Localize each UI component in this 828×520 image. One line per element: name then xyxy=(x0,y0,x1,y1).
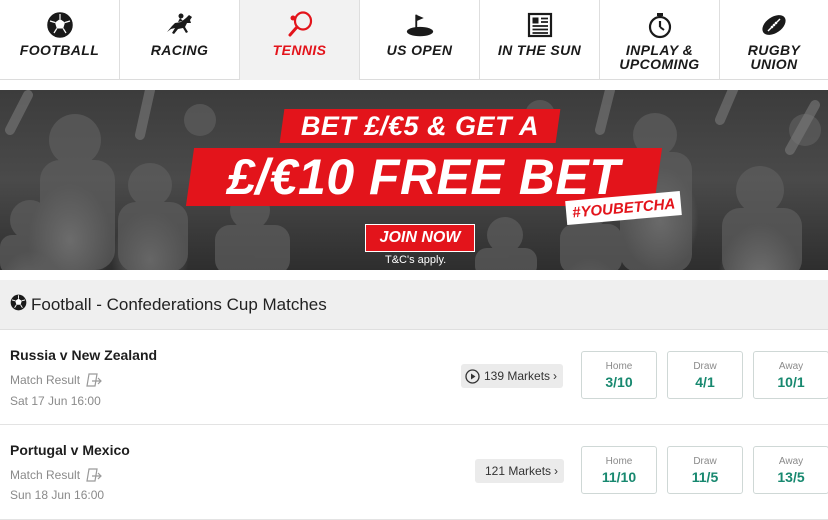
join-now-button[interactable]: JOIN NOW xyxy=(365,224,475,252)
chevron-right-icon: › xyxy=(553,369,558,383)
odds-draw-button[interactable]: Draw 4/1 xyxy=(667,351,743,399)
tab-label: US OPEN xyxy=(386,42,453,58)
odds-home-button[interactable]: Home 11/10 xyxy=(581,446,657,494)
tab-tennis[interactable]: TENNIS xyxy=(240,0,360,80)
sports-nav: FOOTBALL RACING TENNIS US OPEN IN THE SU… xyxy=(0,0,828,80)
tennis-racket-icon xyxy=(285,10,315,40)
live-stream-icon xyxy=(465,368,480,384)
newspaper-icon xyxy=(525,10,555,40)
match-name[interactable]: Portugal v Mexico xyxy=(10,442,130,458)
tab-us-open[interactable]: US OPEN xyxy=(360,0,480,80)
tab-label: TENNIS xyxy=(272,42,327,58)
horse-racing-icon xyxy=(165,10,195,40)
golf-flag-icon xyxy=(405,10,435,40)
match-date: Sat 17 Jun 16:00 xyxy=(10,394,101,408)
tab-label: RUGBY UNION xyxy=(747,42,801,72)
market-type: Match Result xyxy=(10,468,104,482)
stopwatch-icon xyxy=(645,10,675,40)
market-type: Match Result xyxy=(10,373,104,387)
odds-draw-button[interactable]: Draw 11/5 xyxy=(667,446,743,494)
match-row: Portugal v Mexico Match Result Sun 18 Ju… xyxy=(0,426,828,520)
section-title: Football - Confederations Cup Matches xyxy=(31,294,327,314)
more-markets-link[interactable]: 121 Markets › xyxy=(475,459,565,483)
football-icon xyxy=(10,294,27,316)
tab-football[interactable]: FOOTBALL xyxy=(0,0,120,80)
promo-headline-main: £/€10 FREE BET xyxy=(185,148,663,206)
section-header: Football - Confederations Cup Matches xyxy=(0,280,828,330)
tab-label: FOOTBALL xyxy=(19,42,100,58)
tab-inplay-upcoming[interactable]: INPLAY & UPCOMING xyxy=(600,0,720,80)
odds-away-button[interactable]: Away 10/1 xyxy=(753,351,828,399)
tab-rugby-union[interactable]: RUGBY UNION xyxy=(720,0,828,80)
tab-label: IN THE SUN xyxy=(497,42,582,58)
more-markets-link[interactable]: 139 Markets › xyxy=(461,364,564,388)
match-row: Russia v New Zealand Match Result Sat 17… xyxy=(0,331,828,425)
rugby-ball-icon xyxy=(759,10,789,40)
match-name[interactable]: Russia v New Zealand xyxy=(10,347,157,363)
tab-racing[interactable]: RACING xyxy=(120,0,240,80)
cash-out-icon xyxy=(84,468,104,482)
promo-banner[interactable]: BET £/€5 & GET A £/€10 FREE BET #YOUBETC… xyxy=(0,90,828,270)
cash-out-icon xyxy=(84,373,104,387)
football-icon xyxy=(45,10,75,40)
match-date: Sun 18 Jun 16:00 xyxy=(10,488,105,502)
chevron-right-icon: › xyxy=(554,464,559,478)
promo-headline-top: BET £/€5 & GET A xyxy=(279,109,561,143)
odds-home-button[interactable]: Home 3/10 xyxy=(581,351,657,399)
tab-label: INPLAY & UPCOMING xyxy=(619,42,700,72)
tab-in-the-sun[interactable]: IN THE SUN xyxy=(480,0,600,80)
odds-away-button[interactable]: Away 13/5 xyxy=(753,446,828,494)
tab-label: RACING xyxy=(150,42,209,58)
terms-text: T&C's apply. xyxy=(385,254,447,266)
